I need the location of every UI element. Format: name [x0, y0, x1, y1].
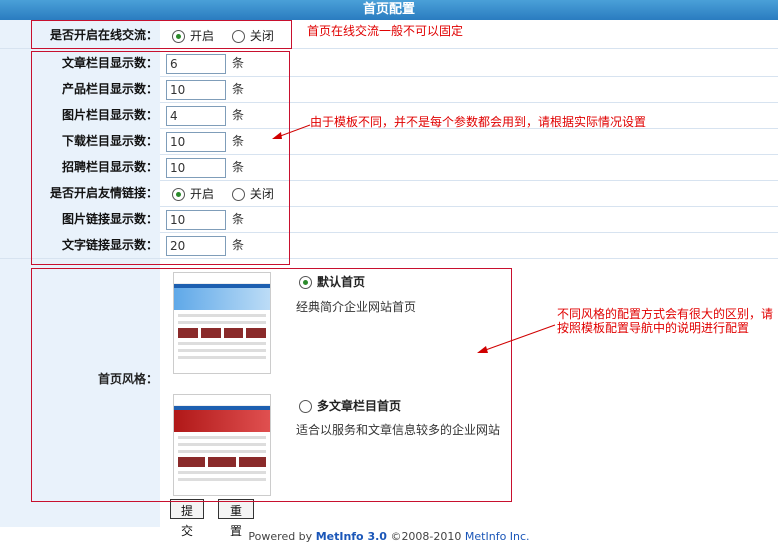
- annotation-box-home-style: [31, 268, 512, 502]
- reset-button[interactable]: 重置: [218, 499, 254, 538]
- footer-product-link[interactable]: MetInfo 3.0: [316, 530, 387, 543]
- annotation-box-params: [31, 51, 290, 265]
- submit-button[interactable]: 提交: [170, 499, 204, 538]
- footer-company-link[interactable]: MetInfo Inc.: [465, 530, 530, 543]
- footer-powered: Powered by: [248, 530, 313, 543]
- footer: Powered by MetInfo 3.0 ©2008-2010 MetInf…: [0, 527, 778, 547]
- annotation-box-online-chat: [31, 20, 292, 49]
- page-title: 首页配置: [0, 0, 778, 20]
- params-note: 由于模板不同，并不是每个参数都会用到，请根据实际情况设置: [310, 115, 647, 129]
- home-style-note-line2: 按照模板配置导航中的说明进行配置: [557, 321, 750, 335]
- footer-copyright: ©2008-2010: [390, 530, 462, 543]
- online-chat-note: 首页在线交流一般不可以固定: [307, 24, 464, 38]
